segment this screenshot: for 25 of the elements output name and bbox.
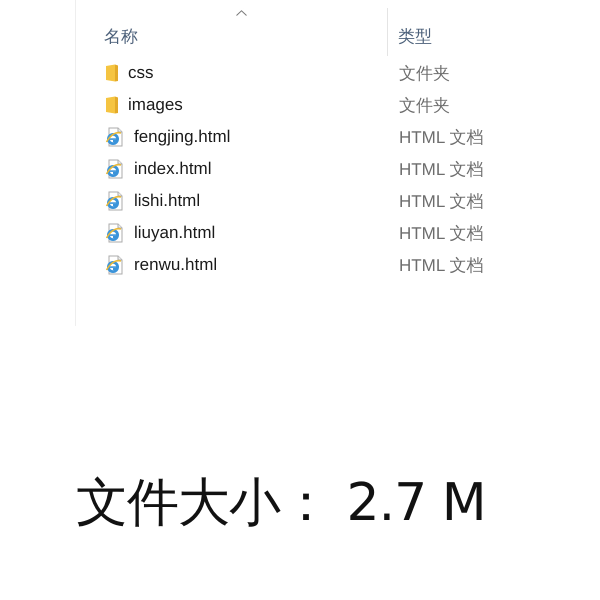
file-type: 文件夹: [399, 94, 450, 116]
column-header[interactable]: 名称: [76, 8, 388, 56]
file-type: 文件夹: [399, 62, 450, 84]
browser-file-icon: [105, 223, 125, 243]
browser-file-icon: [105, 159, 125, 179]
file-name[interactable]: index.html: [134, 159, 212, 179]
file-name[interactable]: css: [128, 63, 154, 83]
file-type: HTML 文档: [399, 254, 484, 276]
browser-file-icon: [105, 191, 125, 211]
file-type: HTML 文档: [399, 158, 484, 180]
column-header[interactable]: 类型: [388, 8, 508, 56]
file-type: HTML 文档: [399, 126, 484, 148]
file-name[interactable]: images: [128, 95, 183, 115]
file-type: HTML 文档: [399, 222, 484, 244]
file-name[interactable]: lishi.html: [134, 191, 200, 211]
browser-file-icon: [105, 127, 125, 147]
file-name[interactable]: renwu.html: [134, 255, 218, 275]
file-name[interactable]: fengjing.html: [134, 127, 230, 147]
folder-icon: [105, 64, 119, 82]
sort-caret-icon: [236, 10, 246, 16]
browser-file-icon: [105, 255, 125, 275]
file-type: HTML 文档: [399, 190, 484, 212]
file-name[interactable]: liuyan.html: [134, 223, 216, 243]
folder-icon: [105, 96, 119, 114]
file-size-caption: 文件大小： 2.7 M: [76, 472, 486, 535]
